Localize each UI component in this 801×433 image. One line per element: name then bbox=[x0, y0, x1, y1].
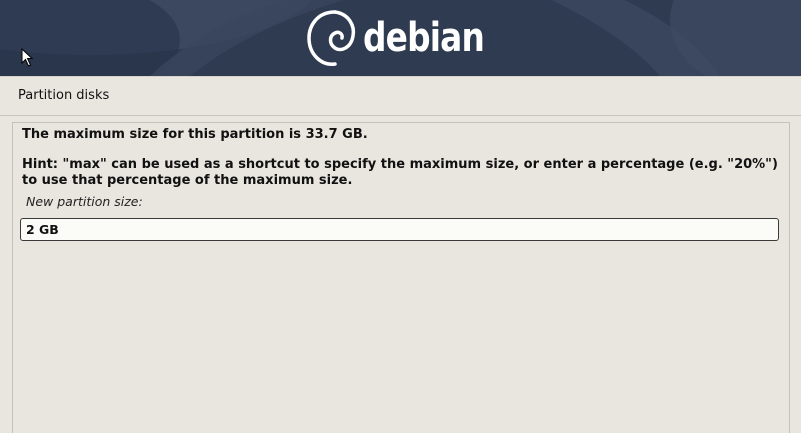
mouse-pointer-icon bbox=[21, 48, 34, 67]
banner-divider bbox=[0, 76, 801, 77]
debian-logo-text: debian bbox=[363, 15, 485, 61]
debian-swirl-icon bbox=[307, 10, 356, 66]
page-title: Partition disks bbox=[18, 88, 110, 103]
new-partition-size-input[interactable] bbox=[20, 218, 779, 241]
debian-logo: debian bbox=[303, 6, 511, 70]
max-size-message: The maximum size for this partition is 3… bbox=[22, 127, 368, 142]
new-partition-size-label: New partition size: bbox=[26, 194, 143, 209]
title-divider bbox=[0, 115, 801, 116]
hint-message: Hint: "max" can be used as a shortcut to… bbox=[22, 157, 778, 188]
debian-banner: debian bbox=[0, 0, 801, 76]
